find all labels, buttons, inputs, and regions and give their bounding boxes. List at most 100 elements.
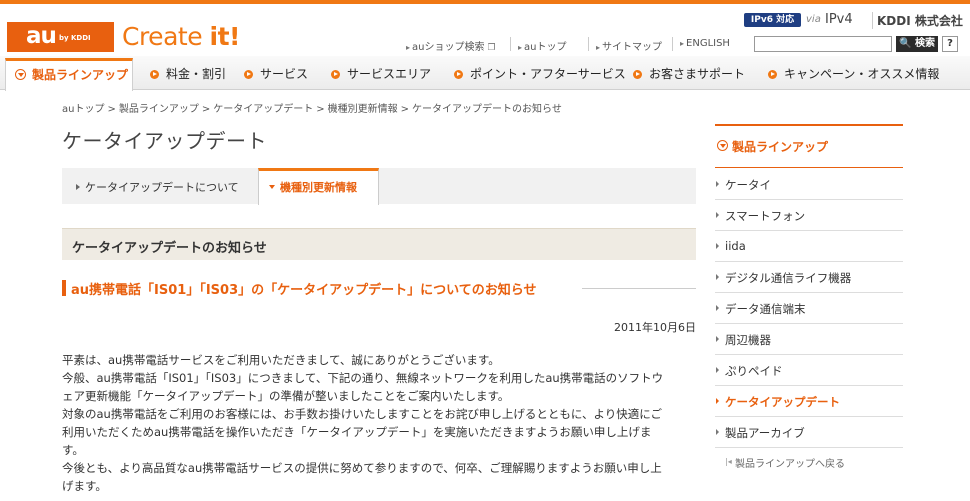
search-input[interactable] xyxy=(754,36,892,52)
sidebar-item-label: ぷりペイド xyxy=(725,364,783,378)
sidebar-item-keitai[interactable]: ケータイ xyxy=(715,169,903,200)
gnav-item-area[interactable]: サービスエリア xyxy=(331,56,431,90)
breadcrumb-separator: > xyxy=(316,104,325,115)
via-text: via xyxy=(806,14,821,25)
sidebar-title-label: 製品ラインアップ xyxy=(732,140,829,154)
gnav-item-support[interactable]: お客さまサポート xyxy=(633,56,745,90)
notice-date: 2011年10月6日 xyxy=(614,321,696,334)
tab-bar: ケータイアップデートについて 機種別更新情報 xyxy=(62,168,696,205)
triangle-right-icon xyxy=(716,398,719,404)
section-title: ケータイアップデートのお知らせ xyxy=(72,241,267,256)
sidebar-item-digital-life[interactable]: デジタル通信ライフ機器 xyxy=(715,262,903,293)
gnav-item-points[interactable]: ポイント・アフターサービス xyxy=(454,56,626,90)
triangle-right-icon xyxy=(716,367,719,373)
logo-main-text: au xyxy=(26,23,57,49)
notice-title: au携帯電話「IS01」「IS03」の「ケータイアップデート」についてのお知らせ xyxy=(71,283,537,298)
sidebar-item-label: 製品アーカイブ xyxy=(725,426,805,440)
search-icon: 🔍 xyxy=(899,38,912,49)
site-header: au by KDDI Create it! IPv6 対応 via IPv4 K… xyxy=(0,4,970,56)
gnav-item-label: お客さまサポート xyxy=(649,67,746,81)
sidebar-item-label: スマートフォン xyxy=(725,209,806,223)
breadcrumb-link-model[interactable]: 機種別更新情報 xyxy=(328,104,398,115)
breadcrumb-separator: > xyxy=(201,104,211,115)
triangle-right-icon xyxy=(716,212,719,218)
body-line: 平素は、au携帯電話サービスをご利用いただきまして、誠にありがとうございます。 xyxy=(62,353,500,367)
sidebar-item-prepaid[interactable]: ぷりペイド xyxy=(715,355,903,386)
sidebar-item-archive[interactable]: 製品アーカイブ xyxy=(715,417,903,448)
sidebar-title[interactable]: 製品ラインアップ xyxy=(715,126,903,168)
external-window-icon: ❐ xyxy=(487,43,496,53)
breadcrumb-link-lineup[interactable]: 製品ラインアップ xyxy=(119,104,199,115)
help-button[interactable]: ? xyxy=(942,36,958,52)
tab-bar-filler xyxy=(379,168,696,204)
sidebar-item-label: デジタル通信ライフ機器 xyxy=(725,271,852,285)
gnav-item-label: ポイント・アフターサービス xyxy=(470,67,626,81)
gnav-item-campaign[interactable]: キャンペーン・オススメ情報 xyxy=(768,56,939,90)
tagline: Create it! xyxy=(122,21,240,53)
notice-body: 平素は、au携帯電話サービスをご利用いただきまして、誠にありがとうございます。 … xyxy=(62,351,700,495)
gnav-item-lineup[interactable]: 製品ラインアップ xyxy=(5,58,133,91)
utility-link-top[interactable]: ▸ auトップ xyxy=(518,38,566,53)
sidebar-back-link[interactable]: |◂ 製品ラインアップへ戻る xyxy=(715,453,903,473)
sidebar-item-update[interactable]: ケータイアップデート xyxy=(715,386,903,417)
circle-down-icon xyxy=(15,69,26,80)
divider xyxy=(588,37,589,51)
heading-rule xyxy=(582,288,696,289)
search-button[interactable]: 🔍 検索 xyxy=(896,36,938,52)
breadcrumb-link-au-top[interactable]: auトップ xyxy=(62,104,104,115)
utility-link-label: ENGLISH xyxy=(686,38,730,49)
gnav-item-price[interactable]: 料金・割引 xyxy=(150,56,226,90)
arrow-circle-icon xyxy=(331,70,340,79)
kddi-corporate-link[interactable]: KDDI 株式会社 xyxy=(872,12,963,29)
utility-link-label: サイトマップ xyxy=(602,42,663,53)
gnav-item-label: サービスエリア xyxy=(347,67,432,81)
body-line: げます。 xyxy=(62,479,107,493)
notice-heading: au携帯電話「IS01」「IS03」の「ケータイアップデート」についてのお知らせ xyxy=(62,278,696,298)
tab-model-info[interactable]: 機種別更新情報 xyxy=(258,168,379,205)
breadcrumb-separator: > xyxy=(107,104,116,115)
global-nav: 製品ラインアップ 料金・割引 サービス サービスエリア ポイント・アフターサービ… xyxy=(0,56,970,91)
sidebar-item-accessories[interactable]: 周辺機器 xyxy=(715,324,903,355)
sidebar-item-data-device[interactable]: データ通信端末 xyxy=(715,293,903,324)
utility-link-shop[interactable]: ▸ auショップ検索 ❐ xyxy=(406,38,496,53)
triangle-right-icon xyxy=(716,336,719,342)
triangle-right-icon xyxy=(716,181,719,187)
tab-about-label: ケータイアップデートについて xyxy=(76,179,239,195)
arrow-icon: ▸ xyxy=(680,39,685,48)
body-line: 今般、au携帯電話「IS01」「IS03」につきまして、下記の通り、無線ネットワ… xyxy=(62,371,664,385)
sidebar-item-smartphone[interactable]: スマートフォン xyxy=(715,200,903,231)
breadcrumb-separator: > xyxy=(400,104,410,115)
heading-accent-bar xyxy=(62,280,66,296)
triangle-right-icon xyxy=(76,184,80,190)
sidebar-item-label: ケータイ xyxy=(725,178,771,192)
sidebar-item-iida[interactable]: iida xyxy=(715,231,903,262)
arrow-circle-icon xyxy=(244,70,253,79)
section-header: ケータイアップデートのお知らせ xyxy=(62,228,696,260)
gnav-item-label: キャンペーン・オススメ情報 xyxy=(784,67,940,81)
logo-sub-text: by KDDI xyxy=(59,34,91,42)
body-line: 対象のau携帯電話をご利用のお客様には、お手数お掛けいたしますことをお詫び申し上… xyxy=(62,407,663,421)
body-line: す。 xyxy=(62,443,84,457)
utility-link-label: auトップ xyxy=(524,42,567,53)
tagline-b: it! xyxy=(209,22,241,51)
breadcrumb-current: ケータイアップデートのお知らせ xyxy=(412,104,562,115)
tab-about[interactable]: ケータイアップデートについて xyxy=(62,168,258,204)
sidebar-item-label: データ通信端末 xyxy=(725,302,806,316)
utility-link-english[interactable]: ▸ ENGLISH xyxy=(680,38,730,49)
au-logo[interactable]: au by KDDI xyxy=(7,22,114,52)
ipv4-text: IPv4 xyxy=(825,12,853,27)
breadcrumb-link-update[interactable]: ケータイアップデート xyxy=(213,104,313,115)
gnav-item-label: 料金・割引 xyxy=(166,67,227,81)
tab-label-text: ケータイアップデートについて xyxy=(85,181,239,194)
arrow-circle-icon xyxy=(633,70,642,79)
divider xyxy=(672,37,673,51)
arrow-icon: ▸ xyxy=(596,43,601,52)
gnav-item-service[interactable]: サービス xyxy=(244,56,308,90)
tab-model-label: 機種別更新情報 xyxy=(269,179,357,195)
gnav-item-label: サービス xyxy=(260,67,309,81)
utility-link-label: auショップ検索 xyxy=(412,42,485,53)
utility-link-sitemap[interactable]: ▸ サイトマップ xyxy=(596,38,662,53)
body-line: 利用いただくためau携帯電話を操作いただき「ケータイアップデート」を実施いただき… xyxy=(62,425,652,439)
tagline-a: Create xyxy=(122,22,210,51)
arrow-icon: ▸ xyxy=(518,43,523,52)
